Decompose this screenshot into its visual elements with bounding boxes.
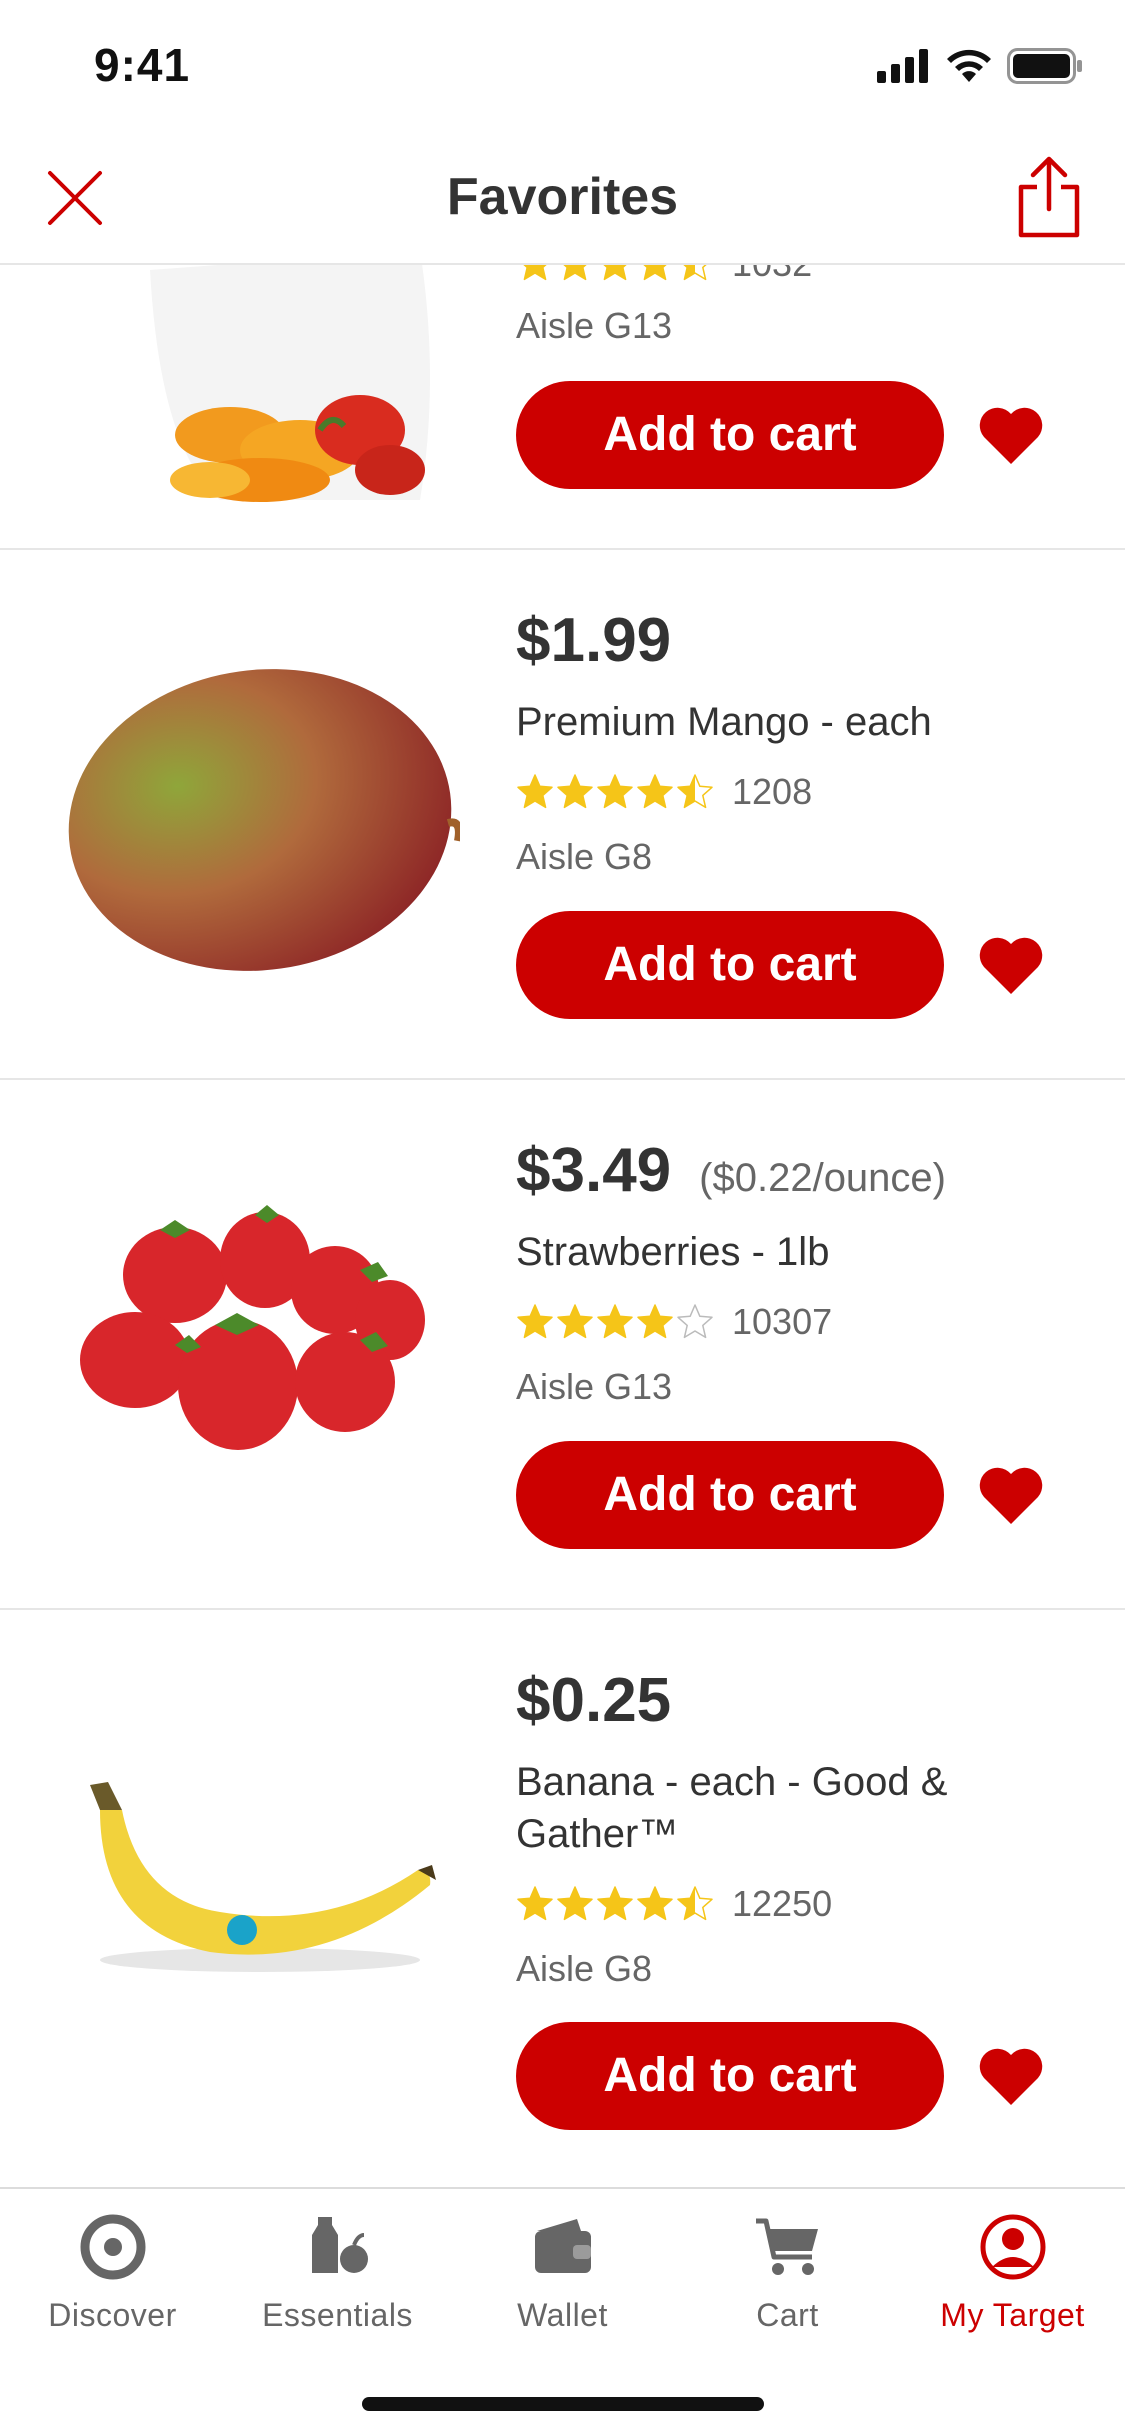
add-to-cart-button[interactable]: Add to cart [516, 911, 944, 1019]
navigation-header: Favorites [0, 135, 1125, 265]
cellular-signal-icon [877, 49, 928, 83]
star-icon [643, 265, 667, 281]
strawberries-image[interactable] [60, 1150, 460, 1510]
star-icon [603, 265, 627, 281]
target-icon [80, 2214, 145, 2280]
tab-wallet[interactable]: Wallet [450, 2211, 675, 2334]
star-rating-icon [516, 1303, 714, 1341]
star-icon [637, 1886, 673, 1921]
star-rating-icon [516, 773, 714, 811]
aisle-location: Aisle G13 [516, 1366, 673, 1407]
rating: 12250 [516, 1883, 832, 1925]
unit-price: ($0.22/ounce) [699, 1156, 946, 1200]
star-icon [557, 1304, 593, 1339]
favorite-heart-icon[interactable] [978, 936, 1044, 996]
favorite-heart-icon[interactable] [978, 2047, 1044, 2107]
price-row: $0.25 [516, 1665, 671, 1736]
star-rating-icon [516, 265, 714, 283]
product-name[interactable]: Premium Mango - each [516, 696, 996, 748]
tab-discover[interactable]: Discover [0, 2211, 225, 2334]
product-name[interactable]: Strawberries - 1lb [516, 1226, 996, 1278]
rating-count: 12250 [732, 1883, 833, 1924]
rating-count: 1208 [732, 771, 813, 812]
star-icon [677, 1304, 713, 1339]
add-to-cart-button[interactable]: Add to cart [516, 2022, 944, 2130]
star-icon [637, 774, 673, 809]
star-icon [557, 774, 593, 809]
price-row: $1.99 [516, 605, 671, 676]
tab-cart[interactable]: Cart [675, 2211, 900, 2334]
star-icon [517, 1304, 553, 1339]
essentials-icon [311, 2217, 368, 2273]
aisle-location: Aisle G8 [516, 1948, 653, 1989]
star-icon [677, 774, 713, 809]
star-icon [683, 265, 707, 281]
status-icons [877, 48, 1083, 84]
star-icon [557, 1886, 593, 1921]
price: $0.25 [516, 1666, 672, 1735]
star-icon [517, 1886, 553, 1921]
rating: 1032 [516, 265, 812, 285]
list-item: 1032 Aisle G13 Add to cart [0, 265, 1125, 550]
battery-icon [1007, 48, 1082, 84]
banana-image[interactable] [60, 1730, 460, 2090]
tab-my-target[interactable]: My Target [900, 2211, 1125, 2334]
aisle-location: Aisle G8 [516, 836, 653, 877]
list-item: $0.25 Banana - each - Good & Gather™ 122… [0, 1610, 1125, 2187]
status-bar: 9:41 [0, 0, 1125, 135]
price: $3.49 [516, 1136, 672, 1205]
rating-count: 10307 [732, 1301, 833, 1342]
list-item: $3.49 ($0.22/ounce) Strawberries - 1lb 1… [0, 1080, 1125, 1610]
star-icon [597, 1886, 633, 1921]
tab-label: Cart [756, 2297, 819, 2333]
star-icon [597, 774, 633, 809]
favorite-heart-icon[interactable] [978, 406, 1044, 466]
star-icon [563, 265, 587, 281]
star-icon [517, 774, 553, 809]
page-title: Favorites [446, 168, 679, 226]
favorites-list[interactable]: 1032 Aisle G13 Add to cart $1.99 Premium… [0, 265, 1125, 2187]
star-icon [523, 265, 547, 281]
rating: 1208 [516, 771, 812, 813]
star-rating-icon [516, 1885, 714, 1923]
add-to-cart-button[interactable]: Add to cart [516, 1441, 944, 1549]
mango-image[interactable] [60, 635, 460, 995]
product-name[interactable]: Banana - each - Good & Gather™ [516, 1756, 996, 1860]
profile-icon [980, 2214, 1045, 2280]
price: $1.99 [516, 606, 672, 675]
tab-label: Wallet [517, 2297, 608, 2333]
cart-icon [755, 2218, 818, 2275]
add-to-cart-button[interactable]: Add to cart [516, 381, 944, 489]
tab-label: Discover [48, 2297, 177, 2333]
tab-essentials[interactable]: Essentials [225, 2211, 450, 2334]
home-indicator [362, 2397, 764, 2411]
rating: 10307 [516, 1301, 832, 1343]
favorite-heart-icon[interactable] [978, 1466, 1044, 1526]
star-icon [677, 1886, 713, 1921]
wifi-icon [947, 49, 991, 82]
list-item: $1.99 Premium Mango - each 1208 Aisle G8… [0, 550, 1125, 1080]
status-time: 9:41 [94, 39, 191, 91]
star-icon [597, 1304, 633, 1339]
mini-peppers-image[interactable] [60, 265, 460, 510]
tab-label: Essentials [262, 2297, 413, 2333]
aisle-location: Aisle G13 [516, 305, 673, 346]
wallet-icon [534, 2219, 591, 2273]
price-row: $3.49 ($0.22/ounce) [516, 1135, 946, 1206]
rating-count: 1032 [732, 265, 812, 285]
share-icon[interactable] [1013, 155, 1085, 239]
tab-label: My Target [940, 2297, 1085, 2333]
star-icon [637, 1304, 673, 1339]
